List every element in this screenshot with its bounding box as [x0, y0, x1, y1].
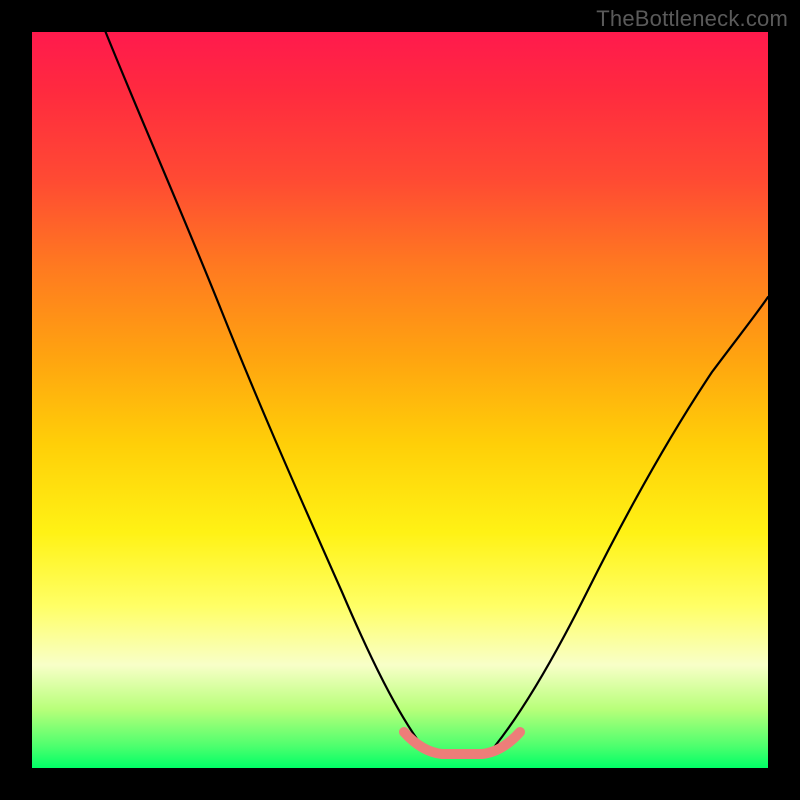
- plot-area: [32, 32, 768, 768]
- left-branch-curve: [106, 32, 422, 746]
- chart-frame: TheBottleneck.com: [0, 0, 800, 800]
- curve-layer: [32, 32, 768, 768]
- right-branch-curve: [495, 297, 768, 746]
- watermark-text: TheBottleneck.com: [596, 6, 788, 32]
